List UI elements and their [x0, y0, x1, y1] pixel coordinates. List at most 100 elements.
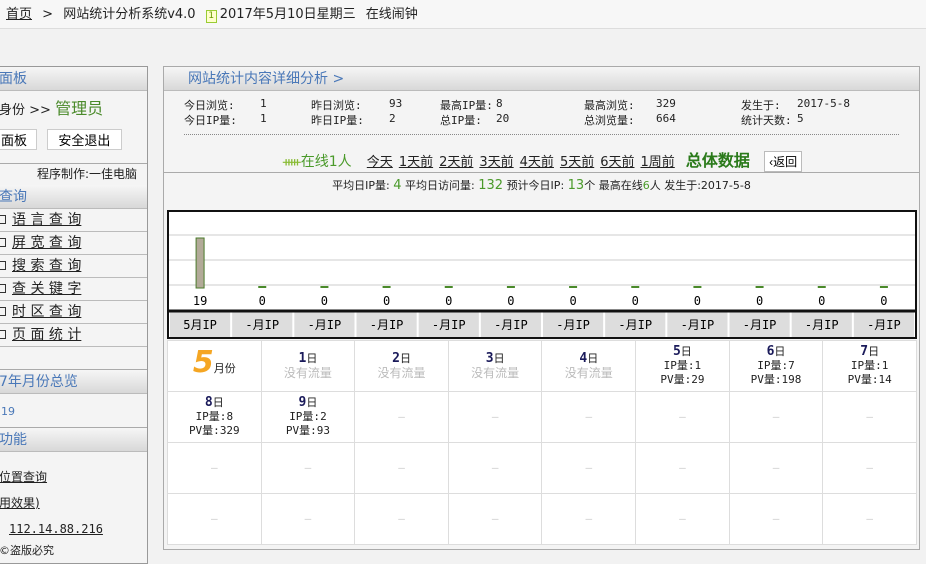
- day-suffix: 日: [306, 396, 318, 409]
- panel-button[interactable]: 面板: [0, 129, 37, 150]
- square-icon: [0, 330, 6, 339]
- dash: —: [585, 461, 593, 474]
- bar: [382, 286, 391, 288]
- ip-value: 7: [788, 359, 795, 372]
- bar: [195, 237, 205, 289]
- bar-value-label: 0: [321, 294, 328, 308]
- no-traffic: 没有流量: [283, 366, 332, 380]
- month-link[interactable]: 19: [1, 405, 15, 418]
- category-label: -月IP: [245, 318, 279, 332]
- query-item[interactable]: 时 区 查 询: [0, 301, 147, 324]
- day-link[interactable]: 1天前: [399, 155, 433, 170]
- query-item[interactable]: 语 言 查 询: [0, 209, 147, 232]
- ip-label: IP量:: [663, 359, 695, 372]
- query-item[interactable]: 页 面 统 计: [0, 324, 147, 347]
- bar: [320, 286, 329, 288]
- bar-value-label: 0: [569, 294, 576, 308]
- dash: —: [585, 512, 593, 525]
- pv-label: PV量:: [188, 424, 220, 437]
- bar-value-label: 0: [818, 294, 825, 308]
- empty-cell: —: [635, 442, 730, 494]
- avg-ip-label: 平均日IP量:: [332, 179, 390, 192]
- dash: —: [304, 512, 312, 525]
- category-label: -月IP: [432, 318, 466, 332]
- day-link[interactable]: 2天前: [439, 155, 473, 170]
- day-cell[interactable]: 6日 IP量:7 PV量:198: [728, 340, 824, 392]
- query-item[interactable]: 屏 宽 查 询: [0, 232, 147, 255]
- square-icon: [0, 307, 6, 316]
- empty-cell: —: [354, 391, 449, 443]
- home-link[interactable]: 首页: [6, 7, 32, 22]
- day-cell[interactable]: 1日 没有流量: [260, 340, 356, 392]
- pv-value: 329: [219, 424, 240, 437]
- location-query-link[interactable]: 位置查询: [0, 470, 47, 484]
- online-count: 在线1人: [300, 154, 352, 170]
- category-label: -月IP: [805, 318, 839, 332]
- day-suffix: 日: [493, 352, 505, 365]
- query-item[interactable]: 查 关 键 字: [0, 278, 147, 301]
- day-cell[interactable]: 4日 没有流量: [541, 340, 637, 392]
- dash: —: [398, 461, 405, 474]
- day-link[interactable]: 6天前: [600, 155, 634, 170]
- query-link[interactable]: 时 区 查 询: [12, 304, 81, 320]
- empty-cell: —: [167, 493, 262, 545]
- stat-value: 8: [496, 97, 503, 110]
- effect-link[interactable]: 用效果): [0, 496, 40, 510]
- day-cell[interactable]: 8日 IP量:8 PV量:329: [167, 391, 262, 443]
- pv-value: 93: [316, 424, 330, 437]
- day-cell[interactable]: 7日 IP量:1 PV量:14: [822, 340, 917, 392]
- panel-header: 面板: [0, 67, 147, 91]
- empty-cell: —: [822, 442, 917, 494]
- day-cell[interactable]: 3日 没有流量: [447, 340, 543, 392]
- day-link[interactable]: 今天: [367, 155, 393, 170]
- day-suffix: 日: [774, 345, 786, 358]
- month-overview-header: 7年月份总览: [0, 370, 147, 394]
- day-cell[interactable]: 5日 IP量:1 PV量:29: [635, 340, 730, 392]
- identity-label: 身份 >>: [0, 103, 51, 118]
- ip-label: IP量:: [850, 359, 882, 372]
- stat-label: 最高IP量:: [440, 99, 493, 112]
- query-link[interactable]: 页 面 统 计: [12, 327, 81, 343]
- pv-value: 198: [781, 373, 802, 386]
- bar-value-label: 0: [694, 294, 701, 308]
- empty-cell: —: [447, 493, 543, 545]
- day-link[interactable]: 1周前: [641, 155, 675, 170]
- max-online-date: 发生于:2017-5-8: [664, 179, 751, 192]
- ip-label: IP量:: [289, 410, 321, 423]
- query-item[interactable]: 搜 索 查 询: [0, 255, 147, 278]
- day-number: 8: [204, 395, 213, 410]
- query-link[interactable]: 语 言 查 询: [12, 212, 81, 228]
- dash: —: [866, 461, 873, 474]
- dash: —: [866, 512, 873, 525]
- bar: [631, 286, 640, 288]
- day-link[interactable]: 5天前: [560, 155, 594, 170]
- day-cell[interactable]: 2日 没有流量: [354, 340, 449, 392]
- empty-cell: —: [354, 442, 449, 494]
- alarm-link[interactable]: 在线闹钟: [366, 7, 418, 22]
- back-button[interactable]: ‹返回: [764, 151, 803, 172]
- month-cell: 5月份: [167, 340, 262, 392]
- ip-value: 1: [881, 359, 889, 372]
- day-cell[interactable]: 9日 IP量:2 PV量:93: [260, 391, 356, 443]
- query-link[interactable]: 搜 索 查 询: [12, 258, 81, 274]
- unit: 人: [649, 179, 661, 192]
- ip-link[interactable]: 112.14.88.216: [9, 522, 103, 536]
- stat-label: 最高浏览:: [584, 99, 635, 112]
- no-traffic: 没有流量: [377, 366, 426, 380]
- empty-cell: —: [728, 442, 824, 494]
- query-link[interactable]: 屏 宽 查 询: [12, 235, 81, 251]
- logout-button[interactable]: 安全退出: [46, 129, 122, 150]
- day-number: 7: [860, 344, 869, 359]
- empty-cell: —: [447, 391, 543, 443]
- day-number: 5: [672, 344, 681, 359]
- bar-value-label: 0: [507, 294, 514, 308]
- unit: 个: [584, 179, 596, 192]
- bar-value-label: 0: [445, 294, 452, 308]
- query-link[interactable]: 查 关 键 字: [12, 281, 81, 297]
- empty-cell: —: [822, 493, 917, 545]
- stat-value: 1: [260, 112, 267, 125]
- day-link[interactable]: 3天前: [479, 155, 513, 170]
- max-online-label: 最高在线: [598, 179, 643, 192]
- day-link[interactable]: 4天前: [520, 155, 554, 170]
- category-label: -月IP: [681, 318, 715, 332]
